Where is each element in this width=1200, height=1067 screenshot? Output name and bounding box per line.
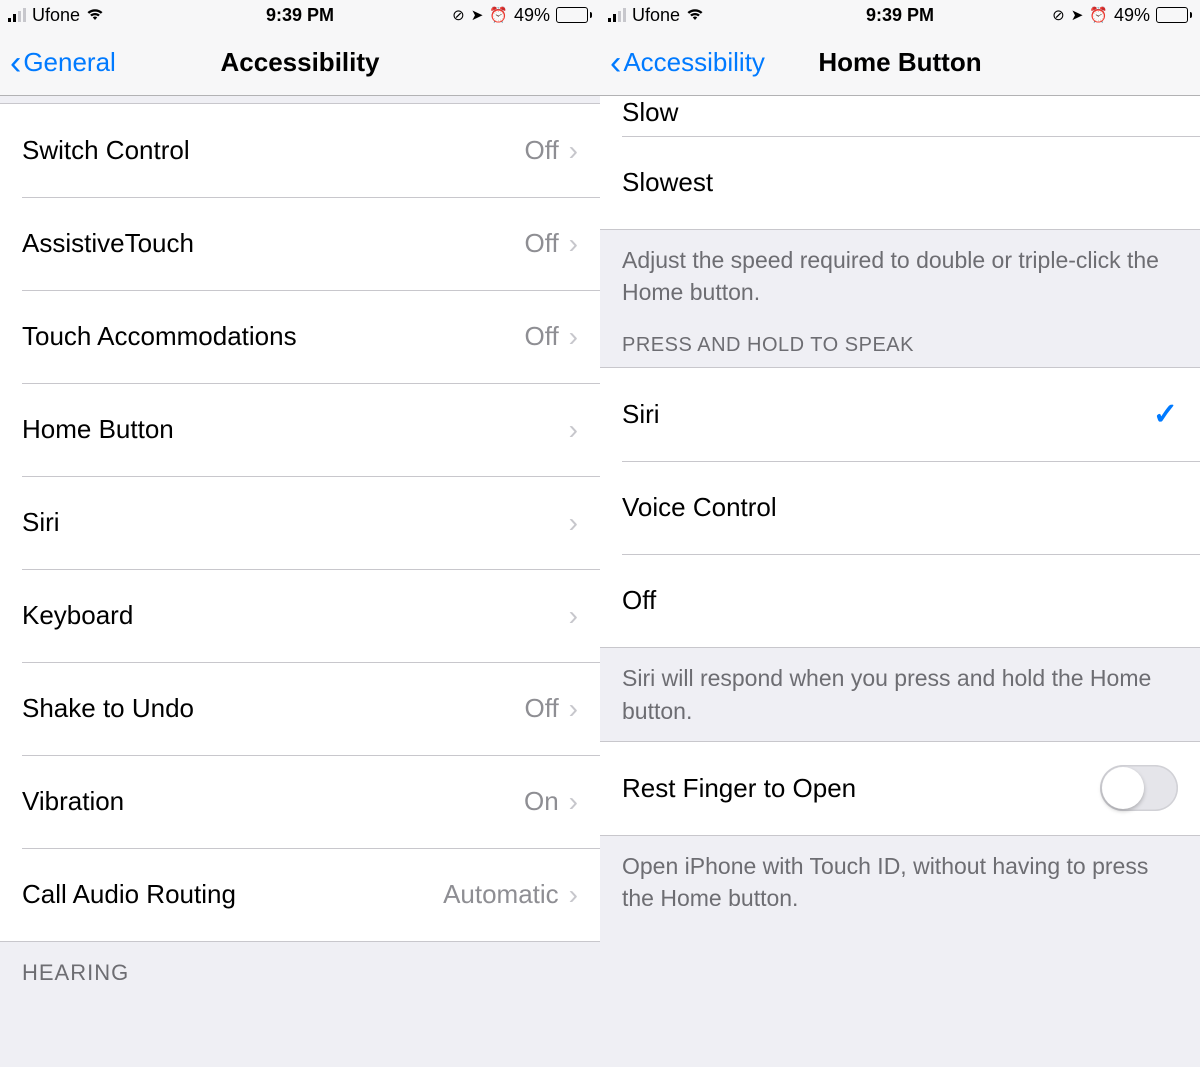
row-value: Off (524, 321, 558, 352)
row-slowest[interactable]: Slowest (600, 136, 1200, 229)
alarm-icon: ⏰ (1089, 6, 1108, 24)
press-hold-list: Siri ✓ Voice Control Off (600, 367, 1200, 648)
row-voice-control-option[interactable]: Voice Control (600, 461, 1200, 554)
row-value: Automatic (443, 879, 559, 910)
row-label: Siri (622, 399, 1153, 430)
row-label: Vibration (22, 786, 524, 817)
row-siri-option[interactable]: Siri ✓ (600, 368, 1200, 461)
section-header-hearing: HEARING (0, 942, 600, 982)
page-title: Accessibility (221, 47, 380, 78)
row-vibration[interactable]: Vibration On › (0, 755, 600, 848)
signal-icon (8, 8, 26, 22)
back-button-general[interactable]: ‹ General (10, 46, 116, 80)
status-bar: Ufone 9:39 PM ⊘ ➤ ⏰ 49% (0, 0, 600, 30)
row-shake-to-undo[interactable]: Shake to Undo Off › (0, 662, 600, 755)
chevron-left-icon: ‹ (10, 46, 21, 80)
click-speed-footer: Adjust the speed required to double or t… (600, 230, 1200, 322)
row-home-button[interactable]: Home Button › (0, 383, 600, 476)
row-label: Rest Finger to Open (622, 773, 1100, 804)
checkmark-icon: ✓ (1153, 397, 1178, 432)
page-title: Home Button (818, 47, 981, 78)
rest-finger-footer: Open iPhone with Touch ID, without havin… (600, 836, 1200, 928)
carrier-label: Ufone (32, 5, 80, 26)
row-label: Touch Accommodations (22, 321, 524, 352)
screen-accessibility: Ufone 9:39 PM ⊘ ➤ ⏰ 49% ‹ General Access… (0, 0, 600, 1067)
row-switch-control[interactable]: Switch Control Off › (0, 104, 600, 197)
clock-label: 9:39 PM (266, 5, 334, 26)
row-label: Voice Control (622, 492, 1178, 523)
screen-home-button: Ufone 9:39 PM ⊘ ➤ ⏰ 49% ‹ Accessibility … (600, 0, 1200, 1067)
chevron-left-icon: ‹ (610, 46, 621, 80)
row-slow-partial[interactable]: Slow (600, 96, 1200, 136)
row-siri[interactable]: Siri › (0, 476, 600, 569)
chevron-right-icon: › (569, 600, 578, 632)
navbar: ‹ Accessibility Home Button (600, 30, 1200, 96)
row-label: Shake to Undo (22, 693, 524, 724)
clock-label: 9:39 PM (866, 5, 934, 26)
chevron-right-icon: › (569, 135, 578, 167)
orientation-lock-icon: ⊘ (452, 6, 465, 24)
location-icon: ➤ (471, 6, 484, 24)
row-label: Home Button (22, 414, 559, 445)
chevron-right-icon: › (569, 786, 578, 818)
location-icon: ➤ (1071, 6, 1084, 24)
row-label: Keyboard (22, 600, 559, 631)
row-assistivetouch[interactable]: AssistiveTouch Off › (0, 197, 600, 290)
status-bar: Ufone 9:39 PM ⊘ ➤ ⏰ 49% (600, 0, 1200, 30)
row-value: On (524, 786, 559, 817)
battery-pct-label: 49% (1114, 5, 1150, 26)
row-label: Switch Control (22, 135, 524, 166)
rest-finger-toggle[interactable] (1100, 765, 1178, 811)
press-hold-footer: Siri will respond when you press and hol… (600, 648, 1200, 740)
wifi-icon (686, 5, 704, 26)
chevron-right-icon: › (569, 693, 578, 725)
click-speed-list: Slow Slowest (600, 96, 1200, 230)
back-label: Accessibility (623, 47, 765, 78)
row-value: Off (524, 693, 558, 724)
section-header-press-hold: PRESS AND HOLD TO SPEAK (600, 322, 1200, 367)
chevron-right-icon: › (569, 228, 578, 260)
rest-finger-list: Rest Finger to Open (600, 741, 1200, 836)
battery-icon (556, 7, 592, 23)
chevron-right-icon: › (569, 879, 578, 911)
orientation-lock-icon: ⊘ (1052, 6, 1065, 24)
row-label: AssistiveTouch (22, 228, 524, 259)
chevron-right-icon: › (569, 321, 578, 353)
chevron-right-icon: › (569, 507, 578, 539)
back-label: General (23, 47, 116, 78)
battery-icon (1156, 7, 1192, 23)
signal-icon (608, 8, 626, 22)
row-touch-accommodations[interactable]: Touch Accommodations Off › (0, 290, 600, 383)
navbar: ‹ General Accessibility (0, 30, 600, 96)
row-rest-finger[interactable]: Rest Finger to Open (600, 742, 1200, 835)
battery-pct-label: 49% (514, 5, 550, 26)
row-label: Call Audio Routing (22, 879, 443, 910)
row-value: Off (524, 228, 558, 259)
row-value: Off (524, 135, 558, 166)
settings-list: Switch Control Off › AssistiveTouch Off … (0, 104, 600, 942)
wifi-icon (86, 5, 104, 26)
back-button-accessibility[interactable]: ‹ Accessibility (610, 46, 765, 80)
alarm-icon: ⏰ (489, 6, 508, 24)
row-off-option[interactable]: Off (600, 554, 1200, 647)
row-label: Siri (22, 507, 559, 538)
carrier-label: Ufone (632, 5, 680, 26)
row-label: Slowest (622, 167, 1178, 198)
chevron-right-icon: › (569, 414, 578, 446)
row-keyboard[interactable]: Keyboard › (0, 569, 600, 662)
row-label: Off (622, 585, 1178, 616)
row-call-audio-routing[interactable]: Call Audio Routing Automatic › (0, 848, 600, 941)
